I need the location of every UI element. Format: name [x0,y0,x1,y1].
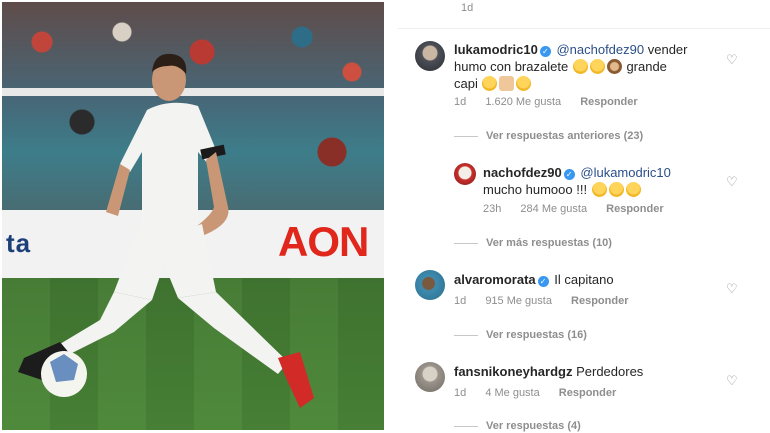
heart-icon[interactable]: ♡ [726,373,738,389]
comment-text: alvaromorata ✓ Il capitano [454,271,734,288]
thread-line [454,135,478,137]
view-previous-replies[interactable]: Ver respuestas anteriores (23) [454,130,643,142]
thread-line [454,334,478,336]
comment-likes[interactable]: 4 Me gusta [485,387,539,399]
heart-icon[interactable]: ♡ [726,52,738,68]
comment-meta: 1d 1.620 Me gusta Responder [454,96,654,108]
verified-badge-icon: ✓ [537,276,549,287]
laughing-emoji-icon [625,182,641,197]
smirk-emoji-icon [482,76,498,91]
comment-username[interactable]: fansnikoneyhardgz [454,364,572,379]
comment-body: humo con brazalete [454,59,569,74]
previous-comment-time: 1d [461,2,474,14]
player-arm-left [106,164,130,216]
comment-meta: 23h 284 Me gusta Responder [483,203,680,215]
view-replies-label: Ver respuestas anteriores (23) [486,130,644,142]
avatar[interactable] [415,270,445,300]
thread-line [454,242,478,244]
player-leg-right [178,292,288,374]
player-shorts [114,224,216,300]
comment-username[interactable]: nachofdez90 [483,165,562,180]
comment-text: lukamodric10 ✓ @nachofdez90 vender humo c… [454,41,744,92]
laughing-emoji-icon [608,182,624,197]
reply-button[interactable]: Responder [580,96,637,108]
comment-time: 23h [483,203,502,215]
comment-text: nachofdez90 ✓ @lukamodric10 mucho humooo … [483,164,733,198]
avatar[interactable] [454,163,476,185]
divider [398,28,770,29]
comment-text: fansnikoneyhardgz Perdedores [454,363,734,380]
reply-button[interactable]: Responder [606,203,663,215]
match-photo: ta AON [2,2,384,430]
verified-badge-icon: ✓ [539,46,551,57]
heart-icon[interactable]: ♡ [726,281,738,297]
comment-body: Il capitano [554,272,614,287]
player-leg-left [60,292,152,354]
laughing-emoji-icon [589,59,605,74]
comments-panel: 1d lukamodric10 ✓ @nachofdez90 vender hum… [398,0,770,433]
avatar[interactable] [415,362,445,392]
view-more-replies[interactable]: Ver más respuestas (10) [454,237,612,249]
comment-time: 1d [454,96,467,108]
player-figure [18,53,314,408]
flexed-arm-emoji-icon [499,76,515,91]
comment-username[interactable]: alvaromorata [454,272,536,287]
monkey-emoji-icon [606,59,622,74]
view-replies-4[interactable]: Ver respuestas (4) [454,420,581,432]
view-replies-label: Ver más respuestas (10) [486,237,612,249]
player-boot-right [278,352,314,408]
comment-body: mucho humooo !!! [483,182,588,197]
avatar[interactable] [415,41,445,71]
comment-meta: 1d 915 Me gusta Responder [454,295,645,307]
comment-mention[interactable]: @nachofdez90 [556,42,644,57]
view-replies-label: Ver respuestas (4) [486,420,581,432]
comment-body: vender [647,42,688,57]
comment-mention[interactable]: @lukamodric10 [580,165,671,180]
view-replies-16[interactable]: Ver respuestas (16) [454,329,587,341]
comment-body: capi [454,76,478,91]
comment-likes[interactable]: 915 Me gusta [485,295,552,307]
view-replies-label: Ver respuestas (16) [486,329,587,341]
comment-time: 1d [454,295,467,307]
wink-emoji-icon [516,76,532,91]
comment-body: grande [626,59,667,74]
comment-time: 1d [454,387,467,399]
verified-badge-icon: ✓ [563,169,575,180]
comment-likes[interactable]: 284 Me gusta [520,203,587,215]
heart-icon[interactable]: ♡ [726,174,738,190]
laughing-emoji-icon [572,59,588,74]
comment-body: Perdedores [576,364,644,379]
comment-likes[interactable]: 1.620 Me gusta [485,96,561,108]
player-shirt [120,102,216,229]
comment-username[interactable]: lukamodric10 [454,42,538,57]
laughing-emoji-icon [591,182,607,197]
comment-meta: 1d 4 Me gusta Responder [454,387,632,399]
reply-button[interactable]: Responder [571,295,628,307]
reply-button[interactable]: Responder [559,387,616,399]
thread-line [454,425,478,427]
